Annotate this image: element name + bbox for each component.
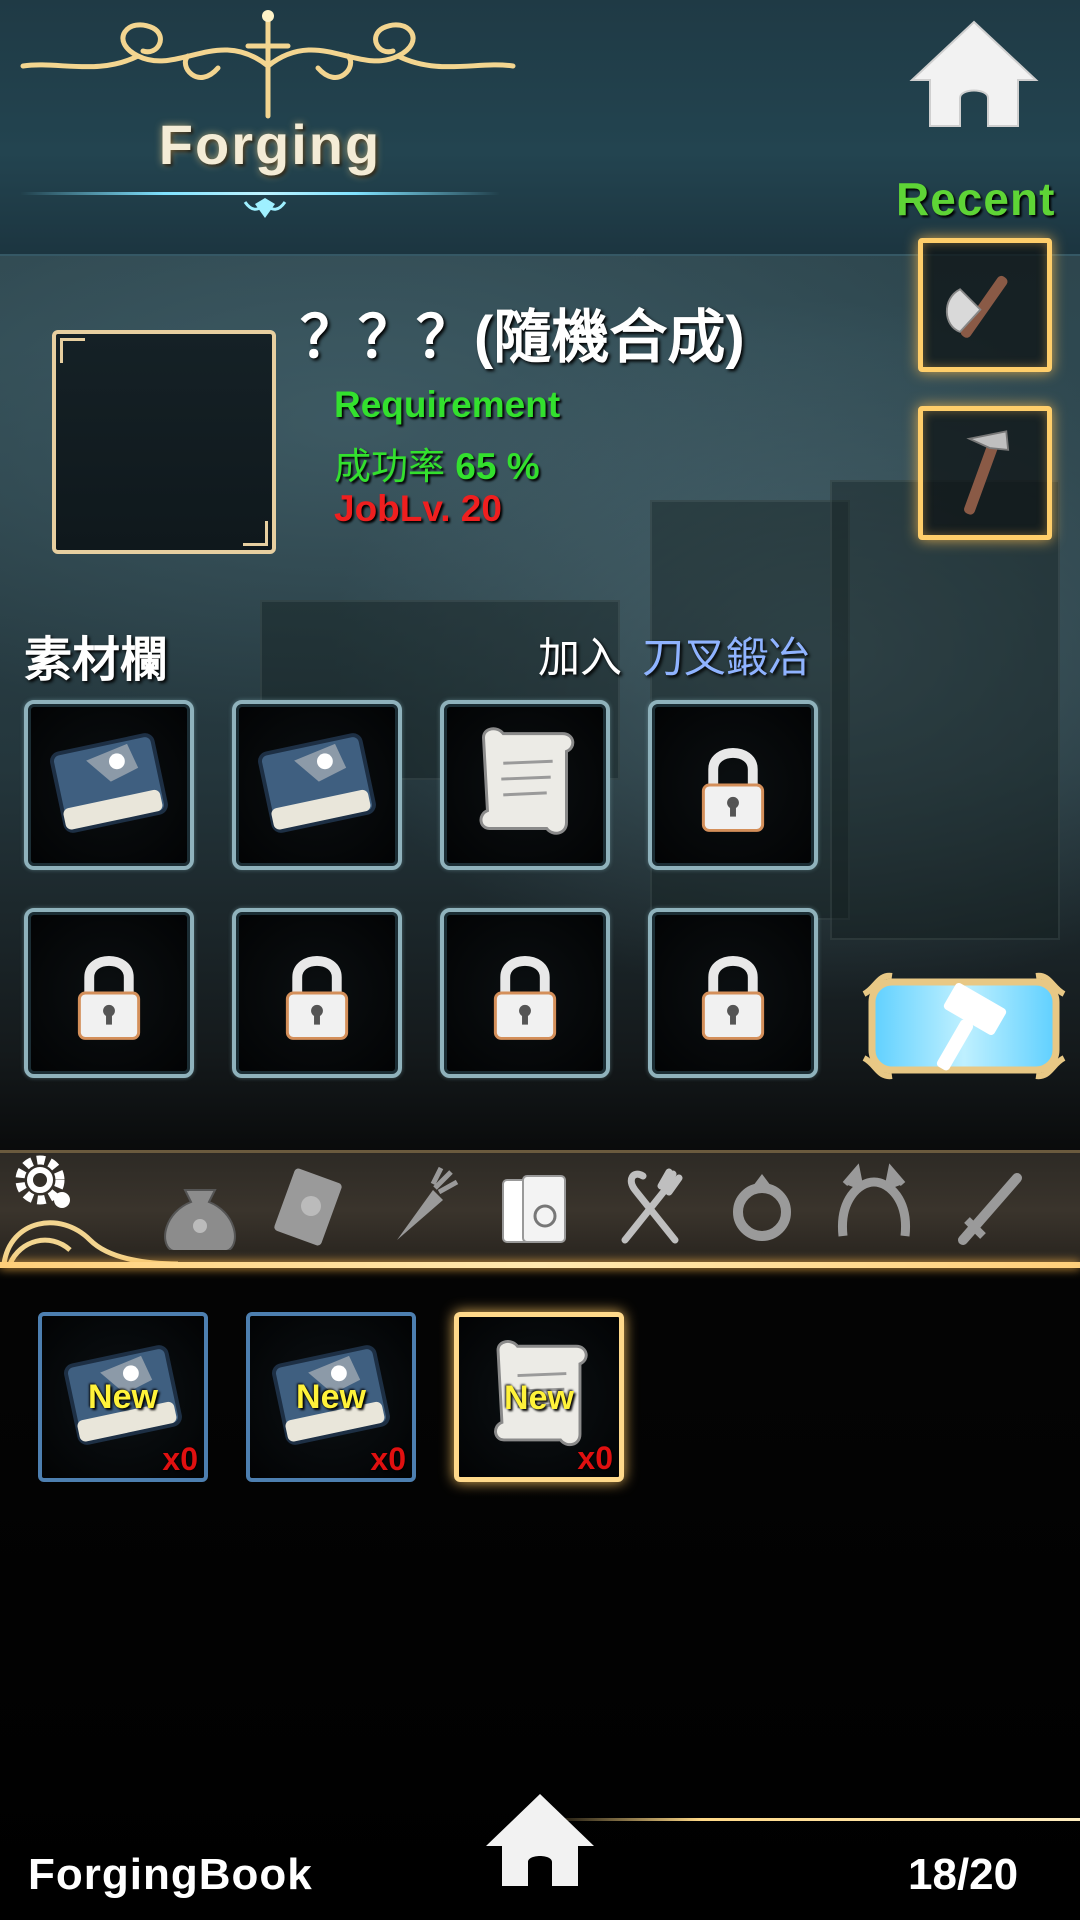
title-divider — [20, 192, 500, 195]
category-divider — [0, 1262, 1080, 1268]
lock-icon — [493, 955, 557, 1040]
page-title: Forging — [158, 113, 382, 176]
new-badge: New — [296, 1378, 366, 1416]
item-name: ？？？(隨機合成) — [300, 305, 745, 370]
material-slot[interactable] — [648, 908, 818, 1078]
success-rate: 成功率 65 % — [334, 436, 540, 490]
recent-item-axe[interactable] — [918, 238, 1052, 372]
materials-title: 素材欄 — [24, 634, 169, 687]
material-slot[interactable] — [440, 908, 610, 1078]
material-slot[interactable] — [232, 908, 402, 1078]
page-counter: 18/20 — [908, 1850, 1019, 1899]
requirement-label: Requirement — [334, 384, 561, 425]
lock-icon — [701, 747, 765, 832]
lock-icon — [77, 955, 141, 1040]
home-bottom-icon[interactable] — [482, 1790, 598, 1890]
success-rate-label: 成功率 — [334, 446, 445, 487]
inventory-item[interactable]: New x0 — [246, 1312, 416, 1482]
material-slot[interactable] — [648, 700, 818, 870]
item-quantity: x0 — [370, 1441, 406, 1477]
inventory-item[interactable]: New x0 — [38, 1312, 208, 1482]
result-preview-frame — [52, 330, 276, 554]
recent-label: Recent — [896, 173, 1056, 225]
material-slot[interactable] — [24, 700, 194, 870]
gear-icon[interactable] — [8, 1146, 78, 1216]
lock-icon — [285, 955, 349, 1040]
sword-icon[interactable] — [943, 1160, 1033, 1250]
item-quantity: x0 — [577, 1440, 613, 1476]
headband-icon[interactable] — [829, 1160, 919, 1250]
home-icon[interactable] — [908, 18, 1040, 130]
book-icon — [50, 733, 168, 833]
lock-icon — [701, 955, 765, 1040]
item-quantity: x0 — [162, 1441, 198, 1477]
scroll-icon — [479, 727, 575, 835]
carrot-icon[interactable] — [377, 1160, 467, 1250]
gem-ornament-icon — [243, 198, 287, 218]
book-icon — [258, 733, 376, 833]
utensils-icon[interactable] — [605, 1160, 695, 1250]
material-slot[interactable] — [440, 700, 610, 870]
forge-button[interactable] — [858, 964, 1070, 1088]
ring-icon[interactable] — [717, 1160, 807, 1250]
inventory-item[interactable]: New x0 — [454, 1312, 624, 1482]
pickaxe-icon — [964, 430, 1010, 515]
add-label: 加入 — [538, 634, 623, 681]
title-ornament-icon — [20, 10, 516, 119]
footer-divider — [540, 1818, 1080, 1821]
recent-item-pickaxe[interactable] — [918, 406, 1052, 540]
new-badge: New — [88, 1378, 158, 1416]
books-icon[interactable] — [493, 1160, 583, 1250]
material-slot[interactable] — [24, 908, 194, 1078]
book-name: ForgingBook — [28, 1850, 313, 1899]
material-slot[interactable] — [232, 700, 402, 870]
axe-icon — [945, 275, 1008, 338]
new-badge: New — [504, 1379, 574, 1417]
bag-icon[interactable] — [155, 1160, 245, 1250]
job-level-requirement: JobLv. 20 — [334, 488, 502, 529]
add-recipe-link[interactable]: 刀叉鍛冶 — [642, 624, 810, 685]
success-rate-value: 65 % — [455, 446, 540, 487]
card-icon[interactable] — [265, 1160, 355, 1250]
